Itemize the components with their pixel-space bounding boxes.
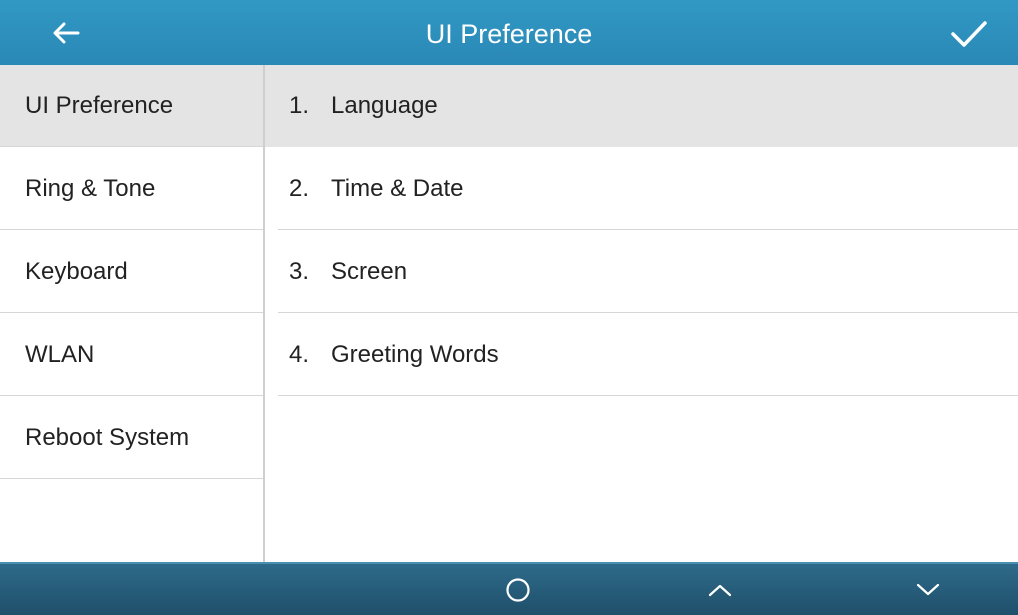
sidebar-item-ui-preference[interactable]: UI Preference [0,65,263,147]
circle-icon [506,577,530,602]
sidebar-item-label: Ring & Tone [25,175,156,202]
confirm-button[interactable] [946,14,992,54]
chevron-up-icon [708,584,732,596]
settings-list: 1. Language 2. Time & Date 3. Screen 4. … [265,65,1018,562]
page-title: UI Preference [425,19,593,49]
row-divider [278,395,1018,396]
sidebar: UI Preference Ring & Tone Keyboard WLAN … [0,65,263,562]
list-item-greeting-words[interactable]: 4. Greeting Words [265,314,1018,396]
list-item-label: Greeting Words [331,341,499,368]
softkey-up-button[interactable] [690,564,750,615]
title-bar: UI Preference [0,0,1018,65]
sidebar-item-keyboard[interactable]: Keyboard [0,231,263,313]
sidebar-item-label: WLAN [25,341,95,368]
list-item-label: Language [331,92,438,119]
row-divider [278,312,1018,313]
chevron-down-icon [916,583,940,595]
list-item-time-date[interactable]: 2. Time & Date [265,148,1018,230]
row-divider [278,229,1018,230]
softkey-circle-button[interactable] [488,564,548,615]
list-item-label: Time & Date [331,175,464,202]
list-item-number: 1. [289,92,310,119]
list-item-number: 3. [289,258,310,285]
sidebar-item-label: Keyboard [25,258,128,285]
sidebar-item-reboot-system[interactable]: Reboot System [0,397,263,479]
sidebar-item-label: UI Preference [25,92,174,119]
sidebar-item-label: Reboot System [25,424,190,451]
list-item-number: 4. [289,341,310,368]
list-item-number: 2. [289,175,310,202]
list-item-screen[interactable]: 3. Screen [265,231,1018,313]
checkmark-icon [951,21,987,47]
softkey-down-button[interactable] [898,564,958,615]
list-item-language[interactable]: 1. Language [265,65,1018,147]
list-item-label: Screen [331,258,408,285]
sidebar-item-wlan[interactable]: WLAN [0,314,263,396]
sidebar-item-ring-tone[interactable]: Ring & Tone [0,148,263,230]
softkey-bar [0,562,1018,615]
